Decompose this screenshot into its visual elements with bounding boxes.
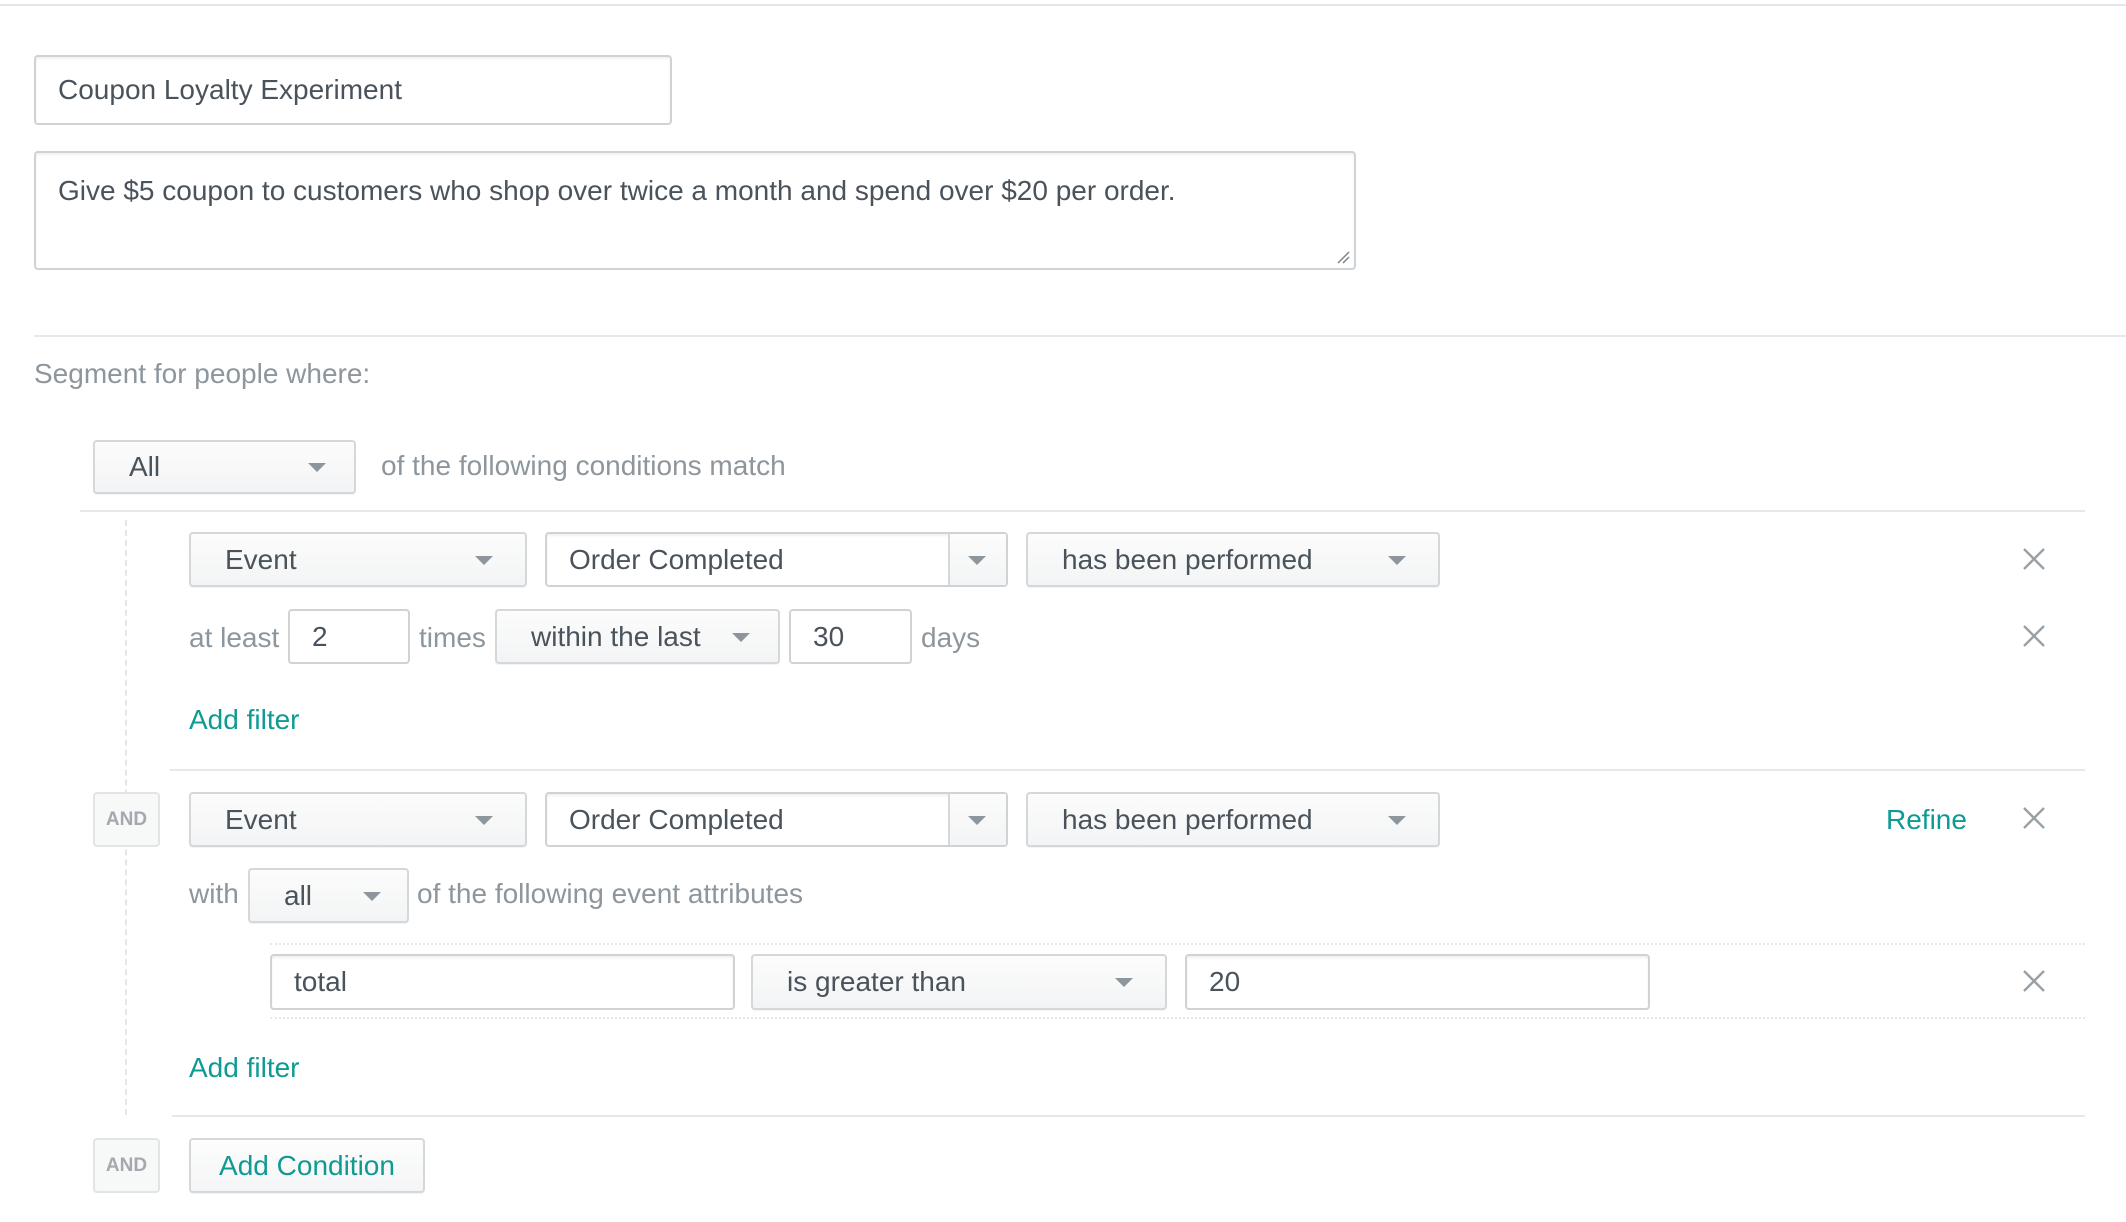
condition-2-event-combobox[interactable]: Order Completed (545, 792, 1008, 847)
frequency-days-suffix: days (921, 622, 981, 653)
condition-1-type-value: Event (225, 543, 297, 575)
attribute-row-top-divider (270, 943, 2085, 945)
match-suffix-label: of the following conditions match (381, 450, 786, 481)
condition-2-operator-select[interactable]: has been performed (1026, 792, 1440, 847)
top-divider (0, 4, 2126, 6)
attribute-operator-value: is greater than (787, 966, 966, 997)
match-all-select[interactable]: All (93, 440, 356, 494)
experiment-name-input[interactable]: Coupon Loyalty Experiment (34, 55, 672, 125)
condition-2-event-input[interactable]: Order Completed (547, 794, 948, 845)
condition-2-type-value: Event (225, 803, 297, 835)
condition-2-event-dropdown-button[interactable] (948, 794, 1006, 845)
condition-1-add-filter-link[interactable]: Add filter (189, 704, 300, 736)
attributes-match-value: all (284, 879, 313, 911)
attribute-name-value: total (294, 966, 347, 997)
remove-condition-1-icon[interactable] (2021, 546, 2047, 572)
frequency-prefix-label: at least (189, 622, 280, 653)
chevron-down-icon (968, 815, 986, 825)
remove-frequency-icon[interactable] (2021, 623, 2047, 649)
attributes-match-select[interactable]: all (248, 868, 409, 923)
attributes-suffix-label: of the following event attributes (417, 878, 804, 909)
attribute-row-bottom-divider (270, 1017, 2085, 1019)
chevron-down-icon (363, 891, 381, 901)
remove-attribute-icon[interactable] (2021, 968, 2047, 994)
experiment-description-value: Give $5 coupon to customers who shop ove… (58, 175, 1176, 206)
experiment-name-value: Coupon Loyalty Experiment (58, 74, 402, 105)
attribute-operator-select[interactable]: is greater than (751, 954, 1167, 1010)
condition-1-event-value: Order Completed (569, 543, 784, 575)
section-divider (34, 335, 2126, 337)
condition-1-type-select[interactable]: Event (189, 532, 527, 587)
attributes-prefix-label: with (189, 878, 239, 909)
condition-1-event-dropdown-button[interactable] (948, 534, 1006, 585)
attribute-name-input[interactable]: total (270, 954, 735, 1010)
frequency-count-input[interactable]: 2 (288, 609, 410, 664)
chevron-down-icon (1115, 978, 1133, 987)
condition-2-type-select[interactable]: Event (189, 792, 527, 847)
remove-condition-2-icon[interactable] (2021, 805, 2047, 831)
conditions-divider (80, 510, 2085, 512)
frequency-count-suffix: times (419, 622, 486, 653)
chevron-down-icon (475, 815, 493, 825)
condition-2-event-value: Order Completed (569, 803, 784, 835)
chevron-down-icon (1388, 555, 1406, 565)
add-condition-button[interactable]: Add Condition (189, 1138, 425, 1193)
attribute-value-text: 20 (1209, 966, 1241, 997)
frequency-days-value: 30 (813, 620, 845, 652)
refine-link[interactable]: Refine (1886, 804, 1967, 836)
condition-1-operator-select[interactable]: has been performed (1026, 532, 1440, 587)
footer-divider (172, 1115, 2085, 1117)
match-all-select-value: All (129, 451, 161, 482)
attribute-value-input[interactable]: 20 (1185, 954, 1650, 1010)
segment-heading: Segment for people where: (34, 358, 371, 389)
chevron-down-icon (732, 632, 750, 642)
and-connector-badge: AND (93, 792, 160, 847)
resize-grip-icon[interactable] (1336, 250, 1350, 264)
condition-divider (170, 769, 2085, 771)
footer-and-badge: AND (93, 1138, 160, 1193)
frequency-range-value: within the last (531, 620, 701, 652)
condition-1-event-input[interactable]: Order Completed (547, 534, 948, 585)
experiment-description-textarea[interactable]: Give $5 coupon to customers who shop ove… (34, 151, 1356, 270)
frequency-count-value: 2 (312, 620, 328, 652)
condition-1-operator-value: has been performed (1062, 543, 1313, 575)
frequency-days-input[interactable]: 30 (789, 609, 912, 664)
chevron-down-icon (475, 555, 493, 565)
chevron-down-icon (968, 555, 986, 565)
frequency-range-select[interactable]: within the last (495, 609, 780, 664)
condition-1-event-combobox[interactable]: Order Completed (545, 532, 1008, 587)
condition-2-add-filter-link[interactable]: Add filter (189, 1052, 300, 1084)
chevron-down-icon (1388, 815, 1406, 825)
chevron-down-icon (308, 463, 326, 472)
condition-2-operator-value: has been performed (1062, 803, 1313, 835)
